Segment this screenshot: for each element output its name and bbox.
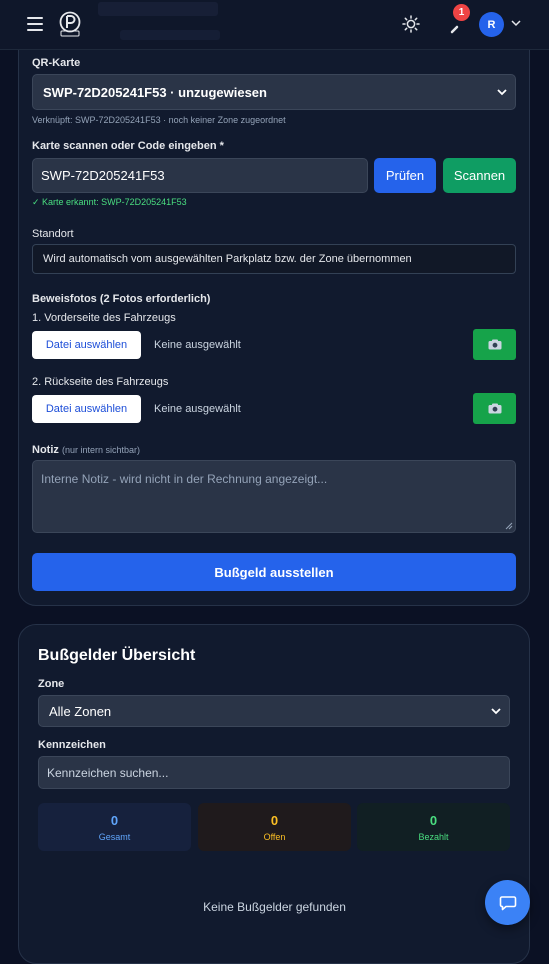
menu-icon[interactable] — [27, 17, 43, 31]
scrolled-content-ghost — [120, 30, 220, 40]
resize-handle-icon[interactable] — [505, 522, 513, 530]
location-label: Standort — [32, 228, 74, 240]
stat-open-value: 0 — [270, 812, 279, 828]
theme-sun-icon[interactable] — [402, 15, 420, 33]
note-label-text: Notiz — [32, 444, 59, 456]
chevron-down-icon — [497, 89, 507, 96]
note-textarea[interactable]: Interne Notiz - wird nicht in der Rechnu… — [32, 460, 516, 533]
stat-open: 0 Offen — [198, 803, 351, 851]
empty-state-text: Keine Bußgelder gefunden — [203, 900, 346, 914]
zone-select[interactable]: Alle Zonen — [38, 695, 510, 727]
location-field: Wird automatisch vom ausgewählten Parkpl… — [32, 244, 516, 274]
back-photo-label: 2. Rückseite des Fahrzeugs — [32, 376, 169, 388]
card-code-input[interactable]: SWP-72D205241F53 — [32, 158, 368, 193]
note-sublabel: (nur intern sichtbar) — [61, 445, 140, 455]
front-file-status: Keine ausgewählt — [154, 339, 241, 351]
card-recognized-status: ✓ Karte erkannt: SWP-72D205241F53 — [32, 197, 187, 207]
scan-button[interactable]: Scannen — [443, 158, 516, 193]
scan-label: Karte scannen oder Code eingeben * — [32, 140, 224, 152]
chat-icon — [499, 895, 516, 910]
qr-card-select[interactable]: SWP-72D205241F53 · unzugewiesen — [32, 74, 516, 110]
top-bar: 1 R — [0, 0, 549, 50]
note-label: Notiz (nur intern sichtbar) — [32, 444, 140, 456]
qr-card-selected-value: SWP-72D205241F53 · unzugewiesen — [43, 84, 267, 100]
front-photo-label: 1. Vorderseite des Fahrzeugs — [32, 312, 176, 324]
overview-title: Bußgelder Übersicht — [38, 647, 196, 664]
check-button[interactable]: Prüfen — [374, 158, 436, 193]
chat-button[interactable] — [485, 880, 530, 925]
stat-total: 0 Gesamt — [38, 803, 191, 851]
plate-search-input[interactable]: Kennzeichen suchen... — [38, 756, 510, 789]
zone-label: Zone — [38, 678, 65, 690]
front-choose-file-button[interactable]: Datei auswählen — [32, 331, 141, 359]
stat-paid: 0 Bezahlt — [357, 803, 510, 851]
camera-icon — [488, 403, 501, 414]
zone-selected-value: Alle Zonen — [49, 703, 112, 719]
stat-paid-label: Bezahlt — [418, 831, 449, 842]
logo — [59, 11, 81, 37]
stat-total-label: Gesamt — [98, 831, 131, 842]
user-avatar[interactable]: R — [479, 12, 504, 37]
issue-fine-button[interactable]: Bußgeld ausstellen — [32, 553, 516, 591]
chevron-down-icon — [491, 708, 501, 715]
camera-icon — [488, 339, 501, 350]
stat-total-value: 0 — [110, 812, 119, 828]
photos-label: Beweisfotos (2 Fotos erforderlich) — [32, 293, 211, 305]
qr-card-label: QR-Karte — [32, 57, 81, 69]
notification-badge: 1 — [453, 4, 470, 21]
back-camera-button[interactable] — [473, 393, 516, 424]
scrolled-content-ghost — [98, 2, 218, 16]
stat-open-label: Offen — [263, 831, 286, 842]
stat-paid-value: 0 — [429, 812, 438, 828]
back-file-status: Keine ausgewählt — [154, 403, 241, 415]
qr-card-hint: Verknüpft: SWP-72D205241F53 · noch keine… — [32, 115, 286, 125]
chevron-down-icon[interactable] — [511, 19, 521, 27]
back-choose-file-button[interactable]: Datei auswählen — [32, 395, 141, 423]
plate-label: Kennzeichen — [38, 739, 106, 751]
front-camera-button[interactable] — [473, 329, 516, 360]
note-placeholder: Interne Notiz - wird nicht in der Rechnu… — [41, 472, 328, 486]
